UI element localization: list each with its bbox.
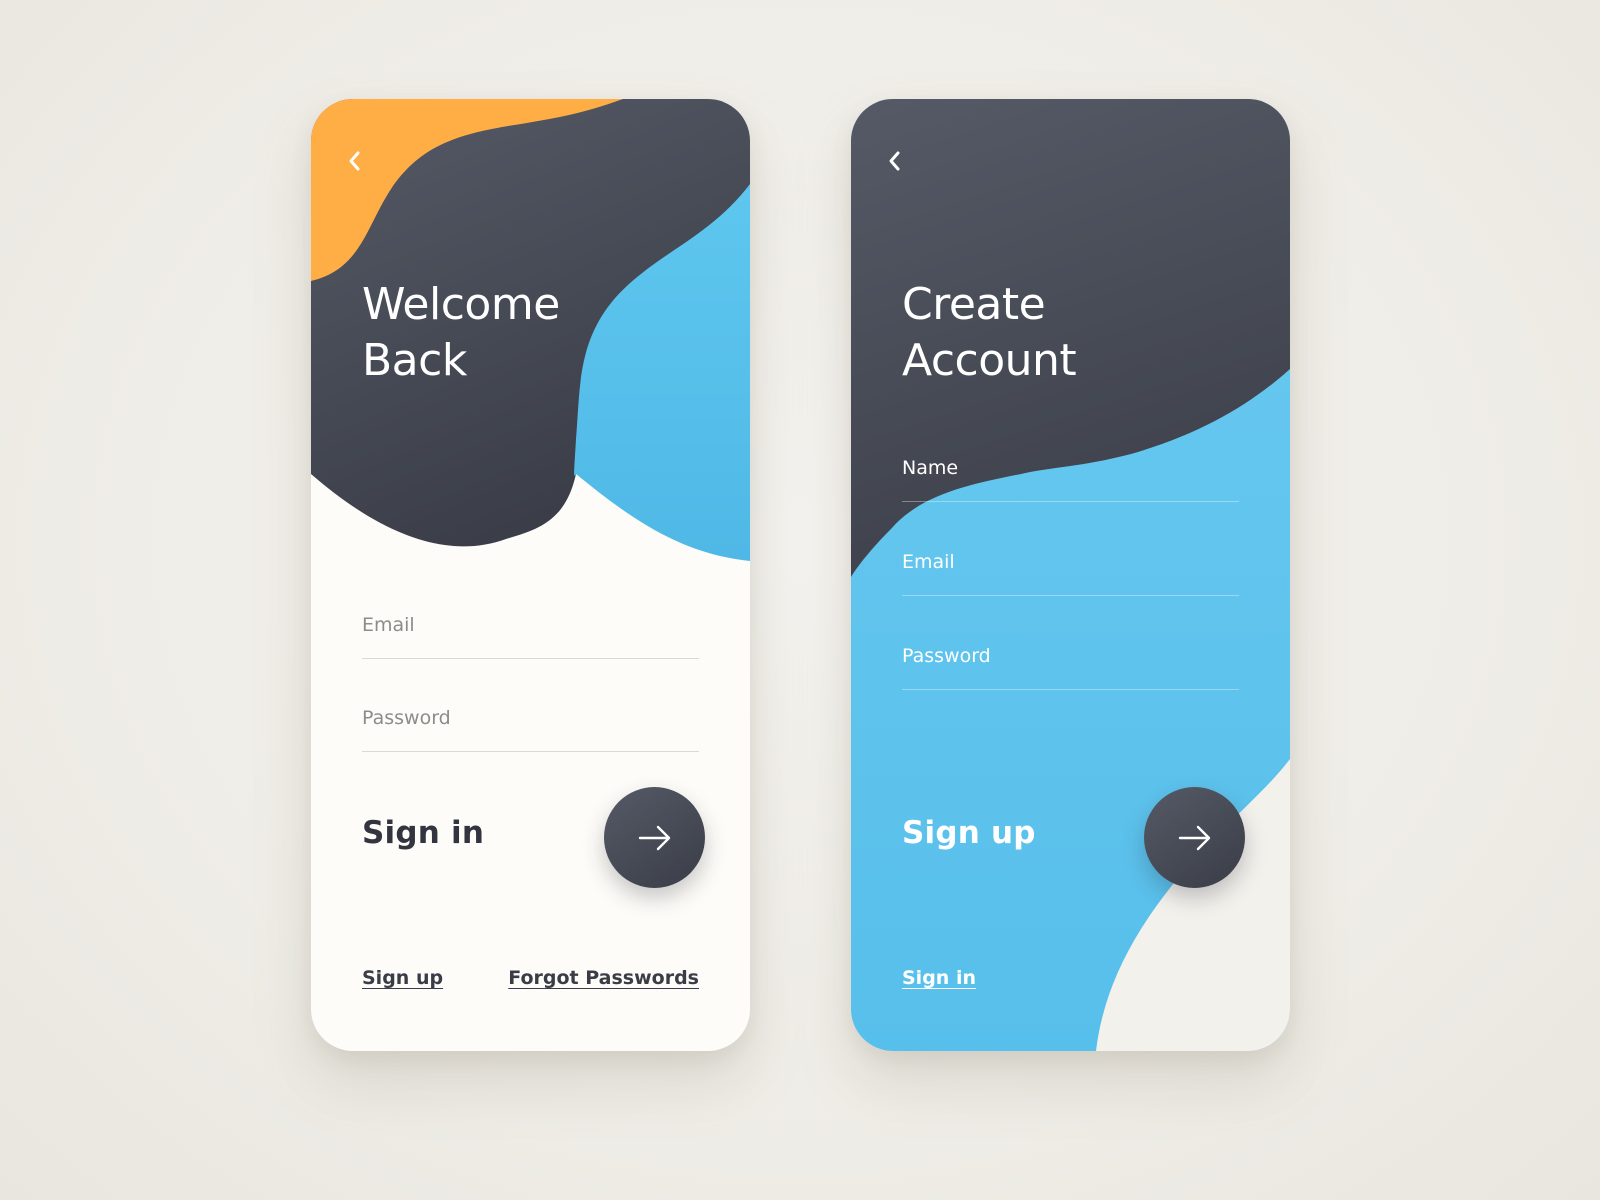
signup-label: Sign up [902,815,1036,851]
title-line-2: Back [362,335,467,386]
forgot-password-link[interactable]: Forgot Passwords [508,967,699,989]
title-line-2: Account [902,335,1077,386]
password-field[interactable]: Password [902,637,1239,690]
back-button[interactable] [339,145,371,177]
email-label: Email [902,551,955,573]
signin-background-shapes [311,99,750,561]
signup-screen: Create Account Name Email Password Sign … [851,99,1290,1051]
arrow-right-icon [638,825,671,851]
chevron-left-icon [349,151,360,171]
page-title: Create Account [902,277,1077,389]
arrow-right-icon [1178,825,1211,851]
chevron-left-icon [889,151,900,171]
name-label: Name [902,457,959,479]
title-line-1: Create [902,279,1046,330]
signup-link[interactable]: Sign up [362,967,443,989]
signup-submit-button[interactable] [1144,787,1245,888]
email-field[interactable]: Email [902,543,1239,596]
signin-screen: Welcome Back Email Password Sign in Sign… [311,99,750,1051]
password-label: Password [362,707,451,729]
password-field[interactable]: Password [362,699,699,752]
page-title: Welcome Back [362,277,560,389]
email-field[interactable]: Email [362,606,699,659]
signin-label: Sign in [362,815,485,851]
signin-link[interactable]: Sign in [902,967,976,989]
title-line-1: Welcome [362,279,560,330]
back-button[interactable] [879,145,911,177]
name-field[interactable]: Name [902,449,1239,502]
email-label: Email [362,614,415,636]
password-label: Password [902,645,991,667]
signin-submit-button[interactable] [604,787,705,888]
